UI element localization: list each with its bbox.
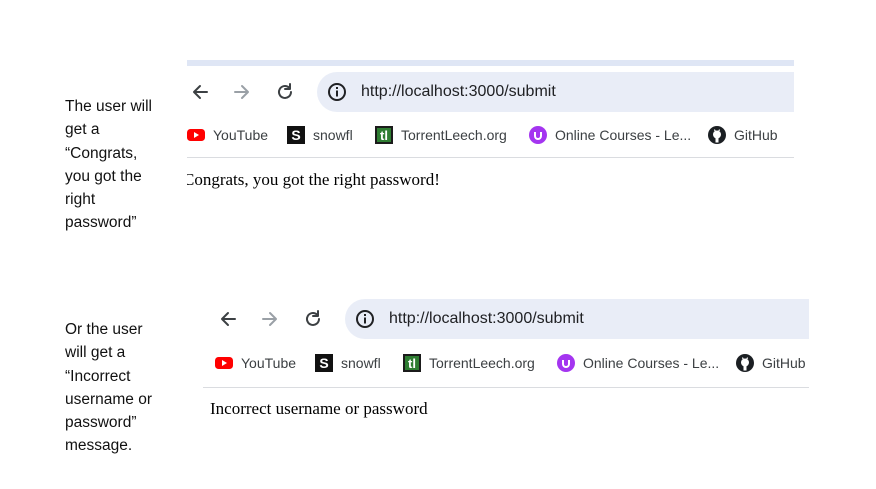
caption-line: “Incorrect bbox=[65, 367, 131, 385]
caption-line: you got the bbox=[65, 167, 142, 185]
snowfl-icon: S bbox=[287, 126, 305, 144]
udemy-icon bbox=[529, 126, 547, 144]
caption-line: password” bbox=[65, 214, 137, 232]
svg-text:S: S bbox=[319, 355, 328, 371]
torrentleech-icon: tl bbox=[403, 354, 421, 372]
bookmark-label: YouTube bbox=[241, 355, 297, 371]
youtube-icon bbox=[187, 129, 205, 141]
bookmark-label: YouTube bbox=[213, 127, 269, 143]
svg-text:tl: tl bbox=[408, 356, 416, 371]
bookmark-label: TorrentLeech.org bbox=[429, 355, 535, 371]
bookmark-label: snowfl bbox=[341, 355, 381, 371]
bookmark-snowfl[interactable]: S snowfl bbox=[287, 123, 353, 147]
toolbar-divider bbox=[187, 157, 794, 158]
back-arrow-icon[interactable] bbox=[217, 308, 239, 330]
udemy-icon bbox=[557, 354, 575, 372]
window-top-band bbox=[187, 60, 794, 66]
bookmark-github[interactable]: GitHub bbox=[736, 351, 806, 375]
github-icon bbox=[736, 354, 754, 372]
bookmark-label: GitHub bbox=[734, 127, 778, 143]
bookmark-youtube[interactable]: YouTube bbox=[187, 123, 268, 147]
caption-line: message. bbox=[65, 437, 133, 455]
browser-screenshot-failure: http://localhost:3000/submit YouTube S s… bbox=[203, 295, 809, 435]
browser-screenshot-success: http://localhost:3000/submit YouTube S s… bbox=[187, 60, 794, 200]
reload-icon[interactable] bbox=[274, 81, 296, 103]
bookmark-torrentleech[interactable]: tl TorrentLeech.org bbox=[375, 123, 507, 147]
caption-line: username or bbox=[65, 390, 153, 408]
caption-success: The user will get a “Congrats, you got t… bbox=[65, 95, 152, 235]
address-bar[interactable]: http://localhost:3000/submit bbox=[317, 72, 794, 112]
site-info-icon[interactable] bbox=[327, 82, 347, 102]
caption-failure: Or the user will get a “Incorrect userna… bbox=[65, 318, 152, 458]
page-message-success: Congrats, you got the right password! bbox=[187, 170, 440, 189]
caption-line: get a bbox=[65, 121, 100, 139]
bookmarks-bar: YouTube S snowfl tl TorrentLeech.org Onl… bbox=[187, 123, 794, 147]
forward-arrow-icon[interactable] bbox=[231, 81, 253, 103]
reload-icon[interactable] bbox=[302, 308, 324, 330]
caption-line: password” bbox=[65, 414, 137, 432]
bookmark-github[interactable]: GitHub bbox=[708, 123, 778, 147]
page-message-failure: Incorrect username or password bbox=[210, 399, 428, 418]
caption-line: The user will bbox=[65, 98, 152, 115]
bookmark-label: Online Courses - Le... bbox=[583, 355, 720, 371]
svg-text:S: S bbox=[291, 127, 300, 143]
bookmark-youtube[interactable]: YouTube bbox=[215, 351, 296, 375]
site-info-icon[interactable] bbox=[355, 309, 375, 329]
url-text[interactable]: http://localhost:3000/submit bbox=[389, 310, 584, 328]
caption-line: right bbox=[65, 191, 96, 209]
youtube-icon bbox=[215, 357, 233, 369]
torrentleech-icon: tl bbox=[375, 126, 393, 144]
bookmark-torrentleech[interactable]: tl TorrentLeech.org bbox=[403, 351, 535, 375]
bookmark-online-courses[interactable]: Online Courses - Le... bbox=[557, 351, 719, 375]
caption-line: Or the user bbox=[65, 321, 143, 338]
bookmark-label: snowfl bbox=[313, 127, 353, 143]
bookmark-label: GitHub bbox=[762, 355, 806, 371]
url-text[interactable]: http://localhost:3000/submit bbox=[361, 83, 556, 101]
bookmark-label: Online Courses - Le... bbox=[555, 127, 692, 143]
bookmark-label: TorrentLeech.org bbox=[401, 127, 507, 143]
caption-line: will get a bbox=[65, 344, 126, 362]
bookmarks-bar: YouTube S snowfl tl TorrentLeech.org Onl… bbox=[215, 351, 809, 375]
caption-line: “Congrats, bbox=[65, 144, 138, 162]
address-bar[interactable]: http://localhost:3000/submit bbox=[345, 299, 809, 339]
back-arrow-icon[interactable] bbox=[189, 81, 211, 103]
toolbar-divider bbox=[203, 387, 809, 388]
snowfl-icon: S bbox=[315, 354, 333, 372]
svg-text:tl: tl bbox=[380, 128, 388, 143]
forward-arrow-icon[interactable] bbox=[259, 308, 281, 330]
github-icon bbox=[708, 126, 726, 144]
bookmark-snowfl[interactable]: S snowfl bbox=[315, 351, 381, 375]
bookmark-online-courses[interactable]: Online Courses - Le... bbox=[529, 123, 691, 147]
